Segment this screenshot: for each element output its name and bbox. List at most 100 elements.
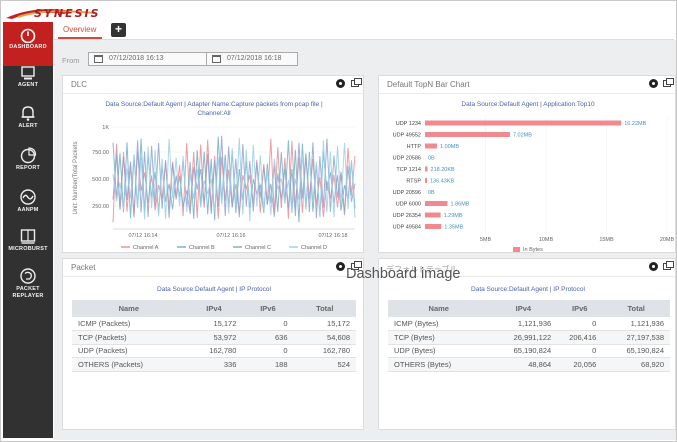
gear-icon[interactable] xyxy=(336,79,345,88)
bar[interactable] xyxy=(425,143,438,149)
datasource-text: Data Source:Default Agent | Application:… xyxy=(461,101,595,108)
column-header-ipv6[interactable]: IPv6 xyxy=(557,300,603,317)
table-row: TCP (Packets) 53,972 636 54,608 xyxy=(72,330,356,345)
column-header-total[interactable]: Total xyxy=(602,300,670,317)
column-header-ipv4[interactable]: IPv4 xyxy=(489,300,558,317)
cell-name: OTHERS (Packets) xyxy=(72,357,186,372)
add-tab-button[interactable]: + xyxy=(111,23,126,37)
bytes-table: Name IPv4 IPv6 Total ICMP (Bytes) 1,121,… xyxy=(388,300,670,372)
gear-icon[interactable] xyxy=(649,79,658,88)
gear-icon[interactable] xyxy=(649,262,658,271)
sidebar-item-label-line2: REPLAYER xyxy=(12,293,44,299)
from-date-field[interactable]: 07/12/2018 16:13 xyxy=(88,52,210,66)
panel-divider xyxy=(63,93,363,94)
dlc-line-chart: Unit: Number(Total Packets 1K 750.00 500.00… xyxy=(73,125,356,251)
cell-name: TCP (Bytes) xyxy=(388,330,490,345)
cell-total: 68,920 xyxy=(602,357,670,372)
panel-divider xyxy=(63,276,363,277)
to-date-field[interactable]: 07/12/2018 16:18 xyxy=(206,52,298,66)
column-header-name[interactable]: Name xyxy=(72,300,186,317)
table-row: UDP (Bytes) 65,190,824 0 65,190,824 xyxy=(388,344,670,358)
sidebar-item-label: ALERT xyxy=(18,123,38,129)
monitor-icon xyxy=(21,66,35,80)
legend-entry[interactable]: Channel A xyxy=(133,245,159,251)
datasource-line: Channel:All xyxy=(197,110,231,117)
cell-total: 1,121,936 xyxy=(602,317,670,331)
bar-value-label: 136.43KB xyxy=(430,179,454,185)
cell-ipv6: 0 xyxy=(557,344,603,358)
wave-icon xyxy=(20,189,36,205)
bar[interactable] xyxy=(425,132,510,137)
popout-icon[interactable] xyxy=(663,78,674,87)
category-label: UDP 26354 xyxy=(393,213,421,219)
cell-ipv6: 0 xyxy=(557,317,603,331)
book-icon xyxy=(20,229,36,244)
category-label: UDP 49584 xyxy=(393,225,421,231)
category-label: UDP 20586 xyxy=(393,156,421,162)
column-header-name[interactable]: Name xyxy=(388,300,490,317)
legend-entry[interactable]: Channel B xyxy=(189,245,215,251)
cell-ipv6: 0 xyxy=(242,317,294,331)
category-label: RTSP xyxy=(406,179,421,185)
category-label: UDP 20596 xyxy=(393,190,421,196)
bar[interactable] xyxy=(425,120,622,126)
bar-value-label: 0B xyxy=(428,156,435,162)
pie-chart-icon xyxy=(20,147,37,164)
x-tick-label: 10MB xyxy=(539,237,554,243)
table-row: TCP (Bytes) 26,991,122 206,416 27,197,53… xyxy=(388,330,670,345)
x-tick-label: 5MB xyxy=(480,237,492,243)
sidebar-item-alert[interactable]: ALERT xyxy=(3,99,53,143)
column-header-ipv6[interactable]: IPv6 xyxy=(242,300,294,317)
bar-value-label: 16.22MB xyxy=(624,121,646,127)
panel-title: Default TopN Bar Chart xyxy=(387,80,470,89)
datasource-line: Data Source:Default Agent | Adapter Name… xyxy=(105,101,323,108)
y-axis-label: Unit: Number(Total Packets xyxy=(73,141,79,214)
gear-icon[interactable] xyxy=(336,262,345,271)
popout-icon[interactable] xyxy=(663,261,674,270)
datasource-text: Data Source:Default Agent | IP Protocol xyxy=(471,286,585,293)
legend-entry[interactable]: Channel C xyxy=(245,245,271,251)
from-date-value: 07/12/2018 16:13 xyxy=(109,55,164,62)
column-header-ipv4[interactable]: IPv4 xyxy=(185,300,243,317)
sidebar-item-label: REPORT xyxy=(15,165,41,171)
cell-name: OTHERS (Bytes) xyxy=(388,357,490,372)
column-header-total[interactable]: Total xyxy=(293,300,356,317)
category-label: UDP 1234 xyxy=(396,121,421,127)
packet-panel: Packet Data Source:Default Agent | IP Pr… xyxy=(62,258,364,430)
to-date-value: 07/12/2018 16:18 xyxy=(227,55,282,62)
sidebar-item-packet-replayer[interactable]: PACKET REPLAYER xyxy=(3,262,53,314)
bar[interactable] xyxy=(425,166,428,172)
sidebar-item-aanpm[interactable]: AANPM xyxy=(3,183,53,227)
cell-ipv6: 206,416 xyxy=(557,330,603,345)
cell-ipv4: 15,172 xyxy=(185,317,243,331)
sidebar-item-microburst[interactable]: MICROBURST xyxy=(3,222,53,266)
cell-ipv4: 48,864 xyxy=(489,357,558,372)
bell-icon xyxy=(21,106,35,121)
dlc-panel: DLC Data Source:Default Agent | Adapter … xyxy=(62,75,364,253)
popout-icon[interactable] xyxy=(351,78,362,87)
bar-value-label: 1.86MB xyxy=(451,202,470,208)
calendar-icon xyxy=(94,55,103,63)
bar[interactable] xyxy=(425,212,441,218)
bar[interactable] xyxy=(425,201,448,206)
cell-total: 65,190,824 xyxy=(602,344,670,358)
cell-name: ICMP (Bytes) xyxy=(388,317,490,331)
bar[interactable] xyxy=(425,178,427,183)
sidebar-item-label: MICROBURST xyxy=(8,246,48,252)
x-tick-label: 07/12 16:16 xyxy=(216,233,245,239)
cell-ipv6: 0 xyxy=(242,344,294,358)
speedometer-icon xyxy=(20,28,36,43)
sidebar-item-label: AANPM xyxy=(17,207,39,213)
bytes-panel: Data Source:Default Agent | IP Protocol … xyxy=(378,258,676,430)
cell-ipv4: 65,190,824 xyxy=(489,344,558,358)
bar[interactable] xyxy=(425,224,442,229)
legend-entry[interactable]: In Bytes xyxy=(523,247,543,252)
tab-overview[interactable]: Overview xyxy=(63,25,96,34)
cell-name: ICMP (Packets) xyxy=(72,317,186,331)
cell-name: UDP (Bytes) xyxy=(388,344,490,358)
calendar-icon xyxy=(212,55,221,63)
sidebar-item-report[interactable]: REPORT xyxy=(3,141,53,185)
cell-name: TCP (Packets) xyxy=(72,330,186,345)
sidebar-item-agent[interactable]: AGENT xyxy=(3,60,53,104)
legend-entry[interactable]: Channel D xyxy=(301,245,327,251)
